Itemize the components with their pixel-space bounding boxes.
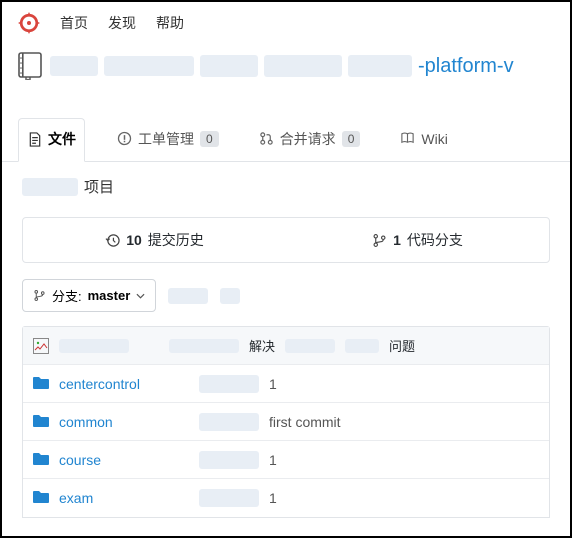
folder-icon	[33, 414, 49, 430]
commits-count: 10	[126, 232, 142, 248]
file-icon	[27, 132, 42, 147]
commits-label: 提交历史	[148, 230, 204, 250]
redacted-text	[220, 288, 240, 304]
folder-icon	[33, 490, 49, 506]
redacted-author	[199, 375, 259, 393]
redacted-author	[59, 339, 129, 353]
redacted-text	[345, 339, 379, 353]
file-commit-msg: first commit	[269, 414, 539, 430]
table-row: centercontrol 1	[23, 365, 549, 403]
table-row: course 1	[23, 441, 549, 479]
branches-label: 代码分支	[407, 230, 463, 250]
tab-label: 工单管理	[138, 129, 194, 149]
repo-description: 项目	[2, 162, 570, 211]
tab-label: Wiki	[421, 131, 447, 147]
file-name-link[interactable]: exam	[59, 490, 189, 506]
folder-icon	[33, 376, 49, 392]
pulls-count-badge: 0	[342, 131, 361, 147]
table-row: exam 1	[23, 479, 549, 517]
repo-book-icon	[18, 52, 42, 80]
branch-icon	[372, 233, 387, 248]
branch-name: master	[88, 288, 131, 303]
tab-files[interactable]: 文件	[18, 118, 85, 162]
branch-icon	[33, 289, 46, 302]
redacted-segment	[264, 55, 342, 77]
file-name-link[interactable]: common	[59, 414, 189, 430]
commit-msg-suffix: 问题	[389, 336, 415, 355]
desc-suffix: 项目	[84, 176, 114, 197]
tab-label: 合并请求	[280, 129, 336, 149]
repo-tabs: 文件 工单管理 0 合并请求 0 Wiki	[2, 118, 570, 162]
branch-selector-row: 分支: master	[2, 279, 570, 326]
tab-label: 文件	[48, 129, 76, 149]
redacted-text	[285, 339, 335, 353]
file-name-link[interactable]: centercontrol	[59, 376, 189, 392]
redacted-segment	[200, 55, 258, 77]
redacted-owner	[50, 56, 98, 76]
broken-image-icon	[33, 338, 49, 354]
file-commit-msg: 1	[269, 452, 539, 468]
latest-commit-row: 解决 问题	[23, 327, 549, 365]
tab-wiki[interactable]: Wiki	[392, 121, 455, 159]
file-listing: 解决 问题 centercontrol 1 common first commi…	[22, 326, 550, 518]
nav-discover[interactable]: 发现	[108, 13, 136, 33]
redacted-author	[199, 489, 259, 507]
issue-icon	[117, 131, 132, 146]
repo-path: -platform-v	[50, 55, 514, 78]
file-commit-msg: 1	[269, 376, 539, 392]
topbar: 首页 发现 帮助	[2, 2, 570, 42]
table-row: common first commit	[23, 403, 549, 441]
redacted-text	[169, 339, 239, 353]
nav-help[interactable]: 帮助	[156, 13, 184, 33]
tab-issues[interactable]: 工单管理 0	[109, 119, 227, 161]
repo-stats: 10 提交历史 1 代码分支	[22, 217, 550, 263]
tab-pulls[interactable]: 合并请求 0	[251, 119, 369, 161]
branches-link[interactable]: 1 代码分支	[286, 218, 549, 262]
history-icon	[105, 233, 120, 248]
folder-icon	[33, 452, 49, 468]
branch-selector[interactable]: 分支: master	[22, 279, 156, 312]
redacted-text	[168, 288, 208, 304]
redacted-segment	[104, 56, 194, 76]
redacted-segment	[348, 55, 412, 77]
chevron-down-icon	[136, 293, 145, 299]
repo-name-suffix[interactable]: -platform-v	[418, 55, 514, 78]
commit-msg-prefix: 解决	[249, 336, 275, 355]
redacted-author	[199, 451, 259, 469]
redacted-text	[22, 178, 78, 196]
pull-request-icon	[259, 131, 274, 146]
commits-link[interactable]: 10 提交历史	[23, 218, 286, 262]
file-name-link[interactable]: course	[59, 452, 189, 468]
repo-header: -platform-v	[2, 42, 570, 90]
redacted-author	[199, 413, 259, 431]
issues-count-badge: 0	[200, 131, 219, 147]
nav-home[interactable]: 首页	[60, 13, 88, 33]
branches-count: 1	[393, 232, 401, 248]
book-icon	[400, 131, 415, 146]
file-commit-msg: 1	[269, 490, 539, 506]
site-logo-icon[interactable]	[18, 12, 40, 34]
branch-prefix: 分支:	[52, 286, 82, 305]
